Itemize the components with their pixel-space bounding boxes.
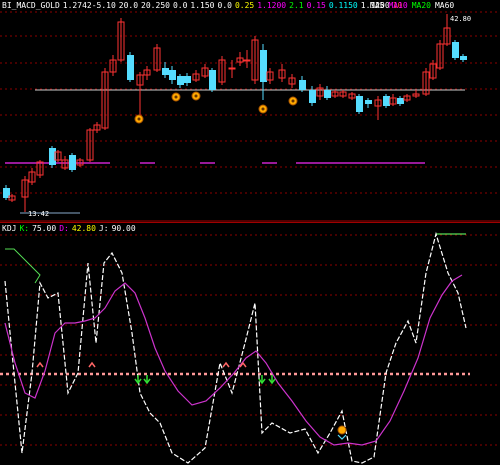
candle-body <box>299 80 306 90</box>
up-arrow-icon <box>222 361 230 368</box>
signal-coin-center <box>194 94 198 98</box>
indicator-value: 42.80 <box>71 224 96 233</box>
ma-legend: MA5 MA10 MA20 MA60 <box>370 1 458 11</box>
indicator-value: J: <box>98 224 109 233</box>
signal-coin-center <box>137 117 141 121</box>
indicator-title: KDJ <box>2 224 17 233</box>
candle-body <box>169 70 176 80</box>
indicator-value: 20.0 <box>118 1 139 10</box>
candle-body <box>209 70 216 90</box>
up-arrow-icon <box>36 361 44 368</box>
indicator-value: 1.1200 <box>257 1 287 10</box>
ma-legend-item: MA10 <box>388 1 408 10</box>
indicator-value: 1.150 <box>190 1 215 10</box>
candle-body <box>260 50 267 82</box>
high-price-label: 42.80 <box>450 15 471 23</box>
indicator-title: BI_MACD_GOLD <box>2 1 60 10</box>
candle-body <box>356 96 363 112</box>
candle-body <box>69 155 76 170</box>
signal-coin-center <box>174 95 178 99</box>
candle-body <box>452 42 459 58</box>
candlestick-chart: 42.80 13.42 <box>0 11 500 222</box>
oscillator-indicator-header: KDJ K: 75.00 D: 42.80 J: 90.00 <box>2 224 139 234</box>
ma-legend-item: MA60 <box>434 1 455 10</box>
indicator-value: D: <box>59 224 69 233</box>
k-line <box>4 231 467 464</box>
candle-body <box>397 98 404 104</box>
candle-body <box>324 90 331 98</box>
signal-coin-center <box>291 99 295 103</box>
up-arrow-icon <box>88 361 96 368</box>
candle-body <box>309 90 316 103</box>
indicator-value: 0.15 <box>306 1 326 10</box>
candle-body <box>127 55 134 80</box>
indicator-value: 1.2742-5.10 <box>62 1 116 10</box>
indicator-value: 0.0 <box>217 1 232 10</box>
candle-body <box>460 56 467 60</box>
indicator-value: 2.1 <box>289 1 304 10</box>
ma-legend-item: MA5 <box>370 1 385 10</box>
d-line <box>4 274 463 446</box>
oscillator-pane[interactable]: KDJ K: 75.00 D: 42.80 J: 90.00 <box>0 223 500 465</box>
candle-body <box>383 96 390 106</box>
oscillator-chart <box>0 231 500 464</box>
indicator-value: 0.0 <box>172 1 188 10</box>
indicator-value: 0.1150 <box>328 1 358 10</box>
j-line <box>5 248 41 284</box>
signal-coin-center <box>261 107 265 111</box>
candle-body <box>243 59 251 62</box>
candle-body <box>184 76 191 83</box>
candle-body <box>162 68 169 75</box>
indicator-value: K: <box>19 224 30 233</box>
low-price-label: 13.42 <box>28 210 49 218</box>
candle-body <box>228 67 236 70</box>
indicator-value: 75.00 <box>32 224 57 233</box>
candle-body <box>365 100 372 104</box>
down-arrow-icon <box>337 434 347 440</box>
candle-body <box>177 76 184 85</box>
ma-legend-item: MA20 <box>411 1 431 10</box>
price-indicator-header: BI_MACD_GOLD 1.2742-5.10 20.0 20.250 0.0 1.15… <box>2 1 405 11</box>
indicator-value: 0.25 <box>234 1 255 10</box>
signal-coin-icon <box>337 425 347 435</box>
price-chart-pane[interactable]: 42.80 13.42 BI_MACD_GOLD 1.2742-5.10 20.0 20… <box>0 0 500 222</box>
indicator-value: 90.00 <box>111 224 136 233</box>
indicator-value: 20.250 <box>141 1 170 10</box>
